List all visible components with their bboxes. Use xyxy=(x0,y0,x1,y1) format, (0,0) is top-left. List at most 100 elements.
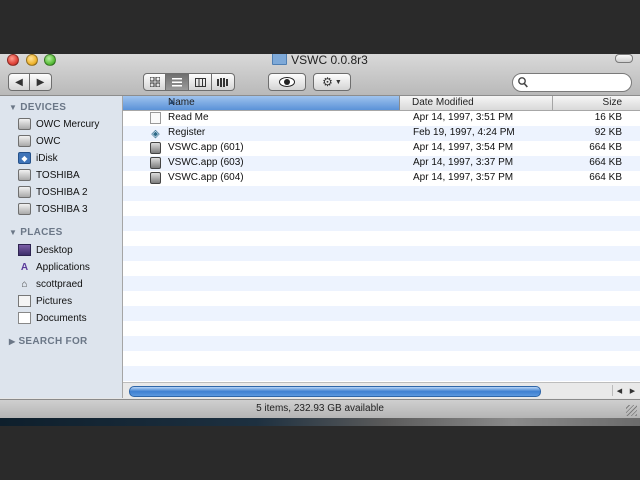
finder-window: VSWC 0.0.8r3 ◀ ▶ ⚙ ▼ ▼ DEVICES OWC Mercu… xyxy=(0,54,640,418)
sidebar-item-desktop[interactable]: Desktop xyxy=(18,242,73,258)
navigation-buttons: ◀ ▶ xyxy=(8,73,52,91)
quick-look-button[interactable] xyxy=(268,73,306,91)
drive-icon xyxy=(18,169,31,181)
folder-icon xyxy=(272,54,288,65)
table-row[interactable]: ◈ Register Feb 19, 1997, 4:24 PM 92 KB xyxy=(123,126,640,141)
sort-ascending-icon: ▲ xyxy=(168,97,176,106)
file-date: Apr 14, 1997, 3:37 PM xyxy=(413,157,514,168)
status-text: 5 items, 232.93 GB available xyxy=(256,403,384,414)
forward-arrow-icon: ▶ xyxy=(36,76,45,88)
window-title: VSWC 0.0.8r3 xyxy=(291,54,368,67)
file-date: Apr 14, 1997, 3:54 PM xyxy=(413,142,514,153)
sidebar-item-home[interactable]: ⌂ scottpraed xyxy=(18,276,83,292)
view-mode-buttons xyxy=(143,73,235,91)
search-input[interactable] xyxy=(531,76,627,89)
horizontal-scrollbar[interactable]: ◀ ▶ xyxy=(123,382,640,398)
action-menu-button[interactable]: ⚙ ▼ xyxy=(313,73,351,91)
table-row[interactable]: VSWC.app (604) Apr 14, 1997, 3:57 PM 664… xyxy=(123,171,640,186)
idisk-icon: ◆ xyxy=(18,152,31,164)
sidebar-item-label: OWC Mercury xyxy=(36,118,100,130)
disclosure-triangle-collapsed-icon: ▶ xyxy=(9,337,16,346)
back-button[interactable]: ◀ xyxy=(8,73,30,91)
file-list: Name ▲ Date Modified Size Read Me Apr 14,… xyxy=(123,96,640,398)
dropdown-arrow-icon: ▼ xyxy=(334,78,342,86)
icon-grid-icon xyxy=(149,77,160,87)
applications-icon: A xyxy=(20,261,29,273)
drive-icon xyxy=(18,118,31,130)
documents-icon xyxy=(18,312,31,324)
sidebar-item-label: Applications xyxy=(36,261,90,273)
sidebar-item-toshiba[interactable]: TOSHIBA xyxy=(18,167,80,183)
file-name: Read Me xyxy=(168,112,209,123)
list-icon xyxy=(172,77,182,86)
app-icon xyxy=(150,172,161,184)
file-date: Apr 14, 1997, 3:51 PM xyxy=(413,112,514,123)
column-header-date-modified[interactable]: Date Modified xyxy=(401,96,553,110)
sidebar-item-toshiba-3[interactable]: TOSHIBA 3 xyxy=(18,201,88,217)
file-size: 16 KB xyxy=(594,112,622,123)
disclosure-triangle-icon: ▼ xyxy=(9,103,18,112)
scrollbar-thumb[interactable] xyxy=(129,386,541,397)
gear-icon: ⚙ xyxy=(322,75,333,89)
sidebar-item-documents[interactable]: Documents xyxy=(18,310,87,326)
list-view-button[interactable] xyxy=(166,73,189,91)
sidebar-item-label: Pictures xyxy=(36,295,73,307)
sidebar-item-owc[interactable]: OWC xyxy=(18,133,60,149)
pictures-icon xyxy=(18,295,31,307)
file-size: 92 KB xyxy=(594,127,622,138)
sidebar-item-owc-mercury[interactable]: OWC Mercury xyxy=(18,116,99,132)
window-title-bar: VSWC 0.0.8r3 xyxy=(0,54,640,67)
sidebar-item-label: TOSHIBA 2 xyxy=(36,186,88,198)
home-icon: ⌂ xyxy=(21,278,28,290)
icon-view-button[interactable] xyxy=(143,73,166,91)
sidebar-section-search-for[interactable]: ▶ SEARCH FOR xyxy=(9,336,88,347)
sidebar-section-places[interactable]: ▼ PLACES xyxy=(9,227,63,238)
sidebar-section-devices[interactable]: ▼ DEVICES xyxy=(9,102,66,113)
drive-icon xyxy=(18,135,31,147)
sidebar-item-idisk[interactable]: ◆ iDisk xyxy=(18,150,58,166)
sidebar-item-label: Documents xyxy=(36,312,87,324)
sidebar-item-applications[interactable]: A Applications xyxy=(18,259,90,275)
coverflow-icon xyxy=(217,77,228,87)
resize-grip-icon[interactable] xyxy=(626,405,637,416)
drive-icon xyxy=(18,203,31,215)
column-view-button[interactable] xyxy=(189,73,212,91)
sidebar-item-label: TOSHIBA xyxy=(36,169,80,181)
screen-top-background xyxy=(0,0,640,54)
list-header: Name ▲ Date Modified Size xyxy=(123,96,640,111)
file-name: VSWC.app (601) xyxy=(168,142,244,153)
sidebar-item-label: TOSHIBA 3 xyxy=(36,203,88,215)
scroll-right-arrow-icon[interactable]: ▶ xyxy=(626,385,639,396)
app-icon xyxy=(150,142,161,154)
back-arrow-icon: ◀ xyxy=(15,76,23,88)
column-header-size[interactable]: Size xyxy=(554,96,640,110)
toolbar: VSWC 0.0.8r3 ◀ ▶ ⚙ ▼ xyxy=(0,54,640,96)
scroll-left-arrow-icon[interactable]: ◀ xyxy=(612,385,626,396)
coverflow-view-button[interactable] xyxy=(212,73,235,91)
sidebar-item-label: Desktop xyxy=(36,244,73,256)
sidebar: ▼ DEVICES OWC Mercury OWC ◆ iDisk TOSHIBA … xyxy=(0,96,123,398)
table-row[interactable]: Read Me Apr 14, 1997, 3:51 PM 16 KB xyxy=(123,111,640,126)
column-header-name[interactable]: Name ▲ xyxy=(123,96,400,110)
file-size: 664 KB xyxy=(589,172,622,183)
file-date: Feb 19, 1997, 4:24 PM xyxy=(413,127,515,138)
columns-icon xyxy=(194,77,206,87)
search-field[interactable] xyxy=(512,73,632,92)
desktop-icon xyxy=(18,244,31,256)
file-name: Register xyxy=(168,127,206,138)
sidebar-item-toshiba-2[interactable]: TOSHIBA 2 xyxy=(18,184,88,200)
toolbar-toggle-button[interactable] xyxy=(615,54,633,63)
eye-icon xyxy=(279,77,295,87)
sidebar-item-label: iDisk xyxy=(36,152,58,164)
file-size: 664 KB xyxy=(589,157,622,168)
status-bar: 5 items, 232.93 GB available xyxy=(0,399,640,418)
sidebar-item-pictures[interactable]: Pictures xyxy=(18,293,72,309)
table-row[interactable]: VSWC.app (603) Apr 14, 1997, 3:37 PM 664… xyxy=(123,156,640,171)
table-row[interactable]: VSWC.app (601) Apr 14, 1997, 3:54 PM 664… xyxy=(123,141,640,156)
file-name: VSWC.app (604) xyxy=(168,172,244,183)
forward-button[interactable]: ▶ xyxy=(30,73,52,91)
file-name: VSWC.app (603) xyxy=(168,157,244,168)
file-date: Apr 14, 1997, 3:57 PM xyxy=(413,172,514,183)
register-app-icon: ◈ xyxy=(151,127,160,140)
sidebar-item-label: scottpraed xyxy=(36,278,83,290)
